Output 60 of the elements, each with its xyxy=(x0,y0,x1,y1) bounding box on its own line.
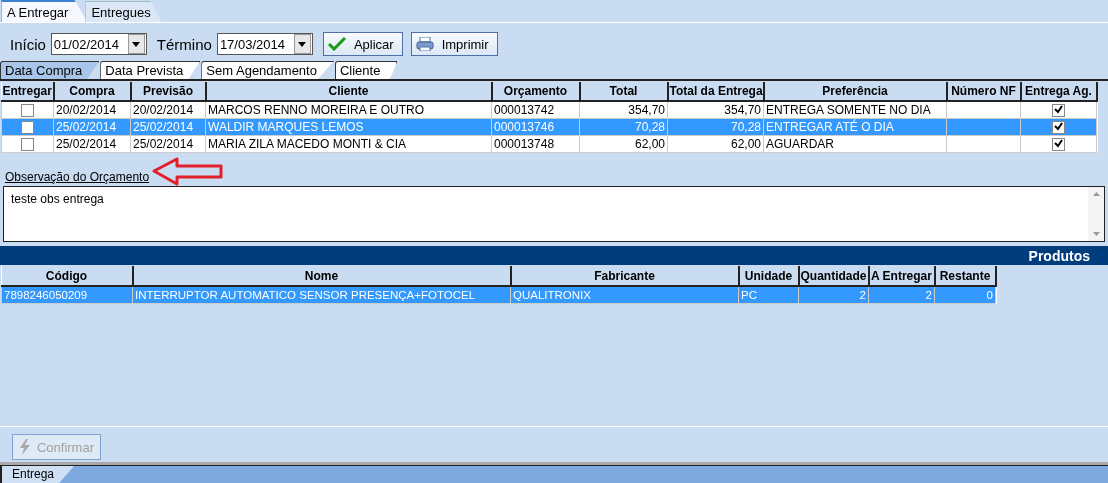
column-header[interactable]: A Entregar xyxy=(868,266,935,286)
observation-label: Observação do Orçamento xyxy=(5,170,150,184)
column-header[interactable]: Quantidade xyxy=(798,266,869,286)
tab[interactable]: A Entregar xyxy=(1,0,88,22)
scroll-up-icon[interactable] xyxy=(1092,192,1100,196)
table-cell: 354,70 xyxy=(667,101,764,119)
table-cell: 354,70 xyxy=(579,101,668,119)
checkbox[interactable] xyxy=(21,138,34,152)
table-cell: 20/02/2014 xyxy=(53,101,131,119)
table-cell: 62,00 xyxy=(667,135,764,153)
checkmark-icon xyxy=(327,37,346,51)
column-header[interactable]: Entrega Ag. xyxy=(1020,82,1097,101)
column-header[interactable]: Total xyxy=(579,82,668,101)
tab[interactable]: Cliente xyxy=(334,61,398,79)
column-header[interactable]: Cliente xyxy=(205,82,492,101)
table-cell: 62,00 xyxy=(579,135,668,153)
end-date-field[interactable]: 17/03/2014 xyxy=(216,33,313,55)
start-label: Início xyxy=(10,35,46,53)
apply-button[interactable]: Aplicar xyxy=(322,32,403,56)
scroll-down-icon[interactable] xyxy=(1092,232,1100,236)
table-cell: MARIA ZILA MACEDO MONTI & CIA xyxy=(205,135,492,153)
column-header[interactable]: Orçamento xyxy=(491,82,580,101)
checkbox[interactable] xyxy=(1052,104,1065,118)
column-header[interactable]: Fabricante xyxy=(510,266,739,286)
table-cell: 000013748 xyxy=(491,135,580,153)
column-header[interactable]: Número NF xyxy=(946,82,1021,101)
scrollbar[interactable] xyxy=(1088,187,1104,241)
print-button[interactable]: Imprimir xyxy=(410,32,498,56)
checkbox[interactable] xyxy=(21,104,34,118)
tab[interactable]: Sem Agendamento xyxy=(201,61,334,79)
column-header[interactable]: Previsão xyxy=(130,82,206,101)
lightning-icon xyxy=(19,439,31,455)
column-header[interactable]: Nome xyxy=(132,266,511,286)
column-header[interactable]: Compra xyxy=(53,82,131,101)
column-header[interactable]: Unidade xyxy=(738,266,799,286)
table-cell: ENTREGA SOMENTE NO DIA xyxy=(763,101,947,119)
column-header[interactable]: Preferência xyxy=(763,82,947,101)
checkbox[interactable] xyxy=(1052,121,1065,135)
table-cell: 25/02/2014 xyxy=(130,135,206,153)
end-label: Término xyxy=(156,35,212,53)
printer-icon xyxy=(415,37,434,51)
dropdown-icon[interactable] xyxy=(293,34,311,54)
section-title: Produtos xyxy=(1028,247,1090,264)
column-header[interactable]: Entregar xyxy=(1,82,54,101)
observation-field[interactable]: teste obs entrega xyxy=(3,186,1105,242)
tab[interactable]: Entregues xyxy=(85,1,162,22)
dropdown-icon[interactable] xyxy=(127,34,145,54)
tab[interactable]: Entrega xyxy=(0,466,75,483)
table-cell: 25/02/2014 xyxy=(53,135,131,153)
table-cell: AGUARDAR xyxy=(763,135,947,153)
tab[interactable]: Data Compra xyxy=(0,61,100,79)
table-cell: 000013742 xyxy=(491,101,580,119)
start-date-field[interactable]: 01/02/2014 xyxy=(50,33,147,55)
column-header[interactable]: Código xyxy=(1,266,133,286)
table-cell: MARCOS RENNO MOREIRA E OUTRO xyxy=(205,101,492,119)
table-cell: 20/02/2014 xyxy=(130,101,206,119)
checkbox[interactable] xyxy=(21,121,34,135)
tab[interactable]: Data Prevista xyxy=(100,61,201,79)
checkbox[interactable] xyxy=(1052,138,1065,152)
column-header[interactable]: Restante xyxy=(934,266,996,286)
